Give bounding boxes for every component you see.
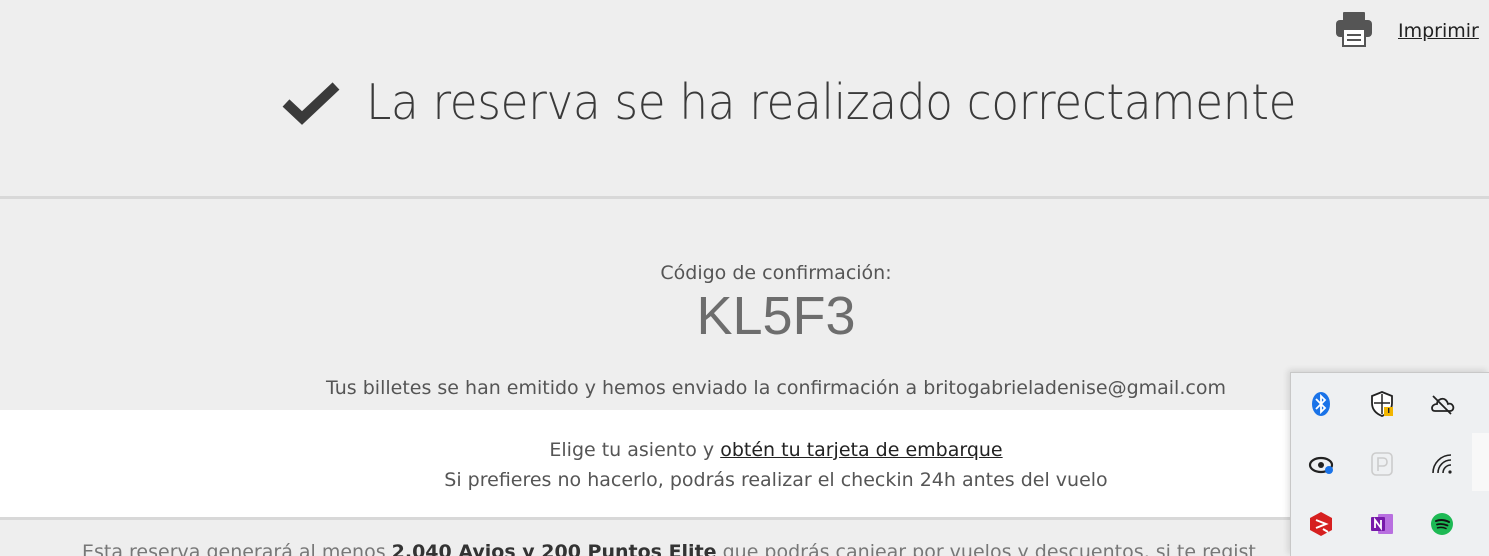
avios-amount: 2.040 Avios y 200 Puntos Elite [391, 541, 717, 556]
wifi-icon[interactable] [1427, 449, 1457, 479]
success-header: La reserva se ha realizado correctamente [282, 74, 1366, 131]
boarding-pass-link[interactable]: obtén tu tarjeta de embarque [720, 439, 1002, 461]
checkin-info-text: Si prefieres no hacerlo, podrás realizar… [444, 469, 1108, 491]
avios-info-text: Esta reserva generará al menos 2.040 Avi… [82, 541, 1256, 556]
confirmation-block: Código de confirmación: KL5F3 [0, 262, 1489, 346]
system-tray-overflow [1290, 372, 1489, 556]
spotify-icon[interactable] [1427, 509, 1457, 539]
divider [0, 196, 1489, 199]
avios-prefix: Esta reserva generará al menos [82, 541, 392, 556]
antivirus-icon[interactable] [1306, 509, 1336, 539]
windows-security-icon[interactable] [1367, 389, 1397, 419]
tray-scrollbar[interactable] [1472, 433, 1489, 491]
divider [0, 517, 1489, 520]
bluetooth-icon[interactable] [1306, 389, 1336, 419]
checkin-panel [0, 410, 1489, 518]
seat-selection-text: Elige tu asiento y obtén tu tarjeta de e… [0, 439, 1489, 461]
print-area: Imprimir [1334, 10, 1479, 48]
confirmation-label: Código de confirmación: [660, 262, 892, 284]
print-link[interactable]: Imprimir [1398, 20, 1479, 42]
cloud-sync-icon[interactable] [1306, 449, 1336, 479]
printer-icon[interactable] [1334, 10, 1374, 48]
onenote-icon[interactable] [1367, 509, 1397, 539]
register-link[interactable]: si te regist [1156, 541, 1256, 556]
pdf-app-icon[interactable] [1367, 449, 1397, 479]
onedrive-icon[interactable] [1427, 389, 1457, 419]
checkmark-icon [282, 81, 340, 125]
page-title: La reserva se ha realizado correctamente [366, 74, 1297, 131]
avios-middle: que podrás canjear por vuelos y descuent… [716, 541, 1156, 556]
seat-prefix: Elige tu asiento y [549, 439, 721, 461]
confirmation-code: KL5F3 [696, 286, 856, 346]
tickets-emitted-text: Tus billetes se han emitido y hemos envi… [326, 377, 1226, 399]
